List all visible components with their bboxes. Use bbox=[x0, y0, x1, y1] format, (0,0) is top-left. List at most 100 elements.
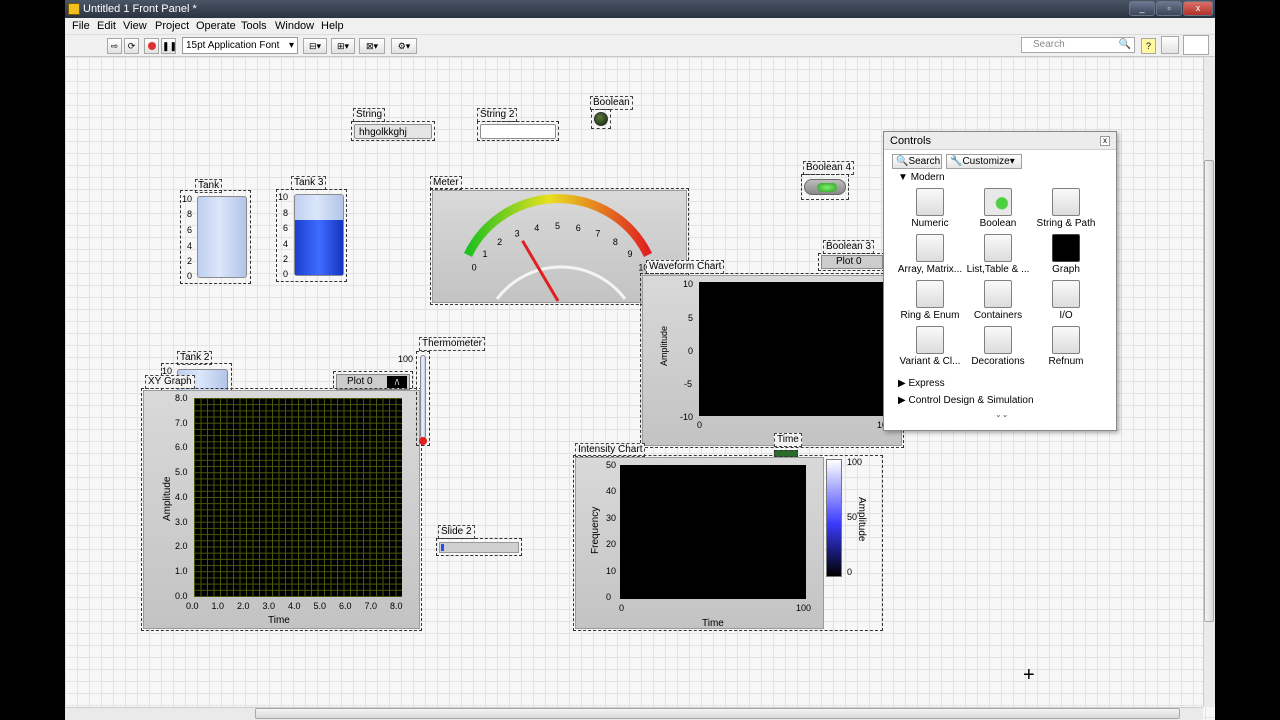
vi-connector-pane-icon[interactable] bbox=[1161, 36, 1179, 54]
palette-item-variant-class[interactable]: Variant & Cl... bbox=[895, 326, 965, 367]
xy-ytick: 4.0 bbox=[175, 491, 188, 502]
intensity-color-ramp[interactable] bbox=[826, 459, 842, 577]
font-selector[interactable]: 15pt Application Font ▾ bbox=[182, 37, 298, 54]
menu-file[interactable]: File bbox=[72, 20, 90, 32]
palette-item-containers[interactable]: Containers bbox=[963, 280, 1033, 321]
run-arrow-icon[interactable]: ⇨ bbox=[107, 38, 122, 54]
menu-window[interactable]: Window bbox=[275, 20, 314, 32]
palette-close-button[interactable]: x bbox=[1100, 136, 1110, 146]
waveform-chart-label: Waveform Chart bbox=[646, 260, 725, 274]
tank3-tick: 10 bbox=[277, 192, 288, 202]
resize-objects-icon[interactable]: ⊠▾ bbox=[359, 38, 385, 54]
intensity-x0: 0 bbox=[619, 603, 625, 613]
palette-title-text: Controls bbox=[890, 135, 931, 147]
palette-item-array-matrix[interactable]: Array, Matrix... bbox=[895, 234, 965, 275]
xy-plot-area bbox=[194, 398, 402, 597]
menu-project[interactable]: Project bbox=[155, 20, 189, 32]
tank3-tick: 2 bbox=[282, 254, 288, 264]
palette-item-string-path[interactable]: String & Path bbox=[1031, 188, 1101, 229]
xy-graph[interactable]: 0.0 1.0 2.0 3.0 4.0 5.0 6.0 7.0 8.0 8.0 7.0 6.0 5.0 4… bbox=[143, 390, 420, 629]
section-control-design[interactable]: ▶ Control Design & Simulation bbox=[898, 395, 1034, 406]
menu-tools[interactable]: Tools bbox=[241, 20, 267, 32]
crosshair-cursor-icon: + bbox=[1023, 664, 1035, 686]
help-icon[interactable]: ? bbox=[1141, 38, 1156, 54]
palette-item-label: Ring & Enum bbox=[900, 310, 960, 321]
pause-icon[interactable]: ❚❚ bbox=[161, 38, 177, 54]
boolean-led[interactable] bbox=[594, 112, 608, 126]
intensity-chart[interactable]: 50 40 30 20 10 0 0 100 Time Frequency bbox=[575, 457, 824, 629]
tank-indicator[interactable] bbox=[197, 196, 247, 278]
menu-operate[interactable]: Operate bbox=[196, 20, 236, 32]
intensity-xlabel: Time bbox=[702, 618, 724, 629]
palette-item-label: Graph bbox=[1052, 264, 1080, 275]
waveform-x0: 0 bbox=[697, 420, 703, 430]
boolean-icon bbox=[984, 188, 1012, 216]
variant-class-icon bbox=[916, 326, 944, 354]
palette-item-list-table[interactable]: List,Table & ... bbox=[963, 234, 1033, 275]
thermometer-bulb bbox=[419, 437, 427, 445]
waveform-plot-name: Plot 0 bbox=[836, 256, 862, 267]
palette-item-label: String & Path bbox=[1036, 218, 1096, 229]
palette-more-icon[interactable]: ⌄⌄ bbox=[995, 410, 1008, 419]
waveform-chart[interactable]: 10 5 0 -5 -10 0 10 Amplitude bbox=[642, 275, 902, 446]
thermometer-indicator[interactable] bbox=[420, 355, 426, 439]
boolean4-button[interactable] bbox=[804, 179, 846, 195]
slide2-thumb[interactable] bbox=[441, 544, 444, 551]
abort-icon[interactable] bbox=[144, 38, 159, 54]
waveform-plot-area bbox=[699, 282, 899, 416]
thermometer-top-tick: 100 bbox=[398, 354, 414, 364]
vi-icon[interactable] bbox=[1183, 35, 1209, 55]
align-objects-icon[interactable]: ⊟▾ bbox=[303, 38, 327, 54]
palette-item-label: Decorations bbox=[971, 356, 1025, 367]
meter-tick: 2 bbox=[497, 237, 502, 247]
vertical-scroll-thumb[interactable] bbox=[1204, 160, 1214, 622]
horizontal-scroll-thumb[interactable] bbox=[255, 708, 1180, 719]
intensity-ytick: 30 bbox=[606, 512, 617, 523]
maximize-button[interactable]: ▫ bbox=[1156, 1, 1182, 16]
expand-right-icon: ▶ bbox=[898, 378, 909, 389]
close-button[interactable]: x bbox=[1183, 1, 1213, 16]
tank3-fill bbox=[295, 219, 343, 275]
string-control[interactable]: hhgolkkghj bbox=[354, 124, 432, 139]
palette-item-io[interactable]: I/O bbox=[1031, 280, 1101, 321]
palette-item-decorations[interactable]: Decorations bbox=[963, 326, 1033, 367]
palette-item-ring-enum[interactable]: Ring & Enum bbox=[895, 280, 965, 321]
section-modern[interactable]: ▼ Modern bbox=[898, 172, 945, 183]
menu-view[interactable]: View bbox=[123, 20, 147, 32]
palette-customize-button[interactable]: 🔧Customize▾ bbox=[946, 154, 1022, 169]
section-express[interactable]: ▶ Express bbox=[898, 378, 945, 389]
palette-item-boolean[interactable]: Boolean bbox=[963, 188, 1033, 229]
plot-style-icon: /\ bbox=[387, 376, 407, 388]
slide2-track[interactable] bbox=[439, 542, 519, 553]
waveform-ytick: 0 bbox=[688, 346, 694, 356]
waveform-xlabel: Time bbox=[774, 433, 802, 447]
palette-title: Controls bbox=[884, 132, 1116, 150]
tank3-indicator[interactable] bbox=[294, 194, 344, 276]
palette-item-numeric[interactable]: Numeric bbox=[895, 188, 965, 229]
controls-palette[interactable]: Controls x 🔍Search 🔧Customize▾ ▼ Modern … bbox=[883, 131, 1117, 431]
boolean4-label: Boolean 4 bbox=[803, 161, 855, 175]
tank3-tick: 0 bbox=[282, 269, 288, 279]
intensity-legend-swatch[interactable] bbox=[774, 450, 798, 457]
thermometer-label: Thermometer bbox=[419, 337, 486, 351]
menu-edit[interactable]: Edit bbox=[97, 20, 116, 32]
reorder-icon[interactable]: ⚙▾ bbox=[391, 38, 417, 54]
palette-item-label: Refnum bbox=[1048, 356, 1084, 367]
xy-ytick: 7.0 bbox=[175, 417, 188, 428]
search-input[interactable]: Search 🔍 bbox=[1021, 37, 1135, 53]
labview-icon bbox=[68, 3, 80, 15]
menu-help[interactable]: Help bbox=[321, 20, 344, 32]
search-placeholder: Search bbox=[1033, 39, 1065, 50]
palette-search-button[interactable]: 🔍Search bbox=[892, 154, 942, 169]
palette-item-graph[interactable]: Graph bbox=[1031, 234, 1101, 275]
string2-control[interactable] bbox=[480, 124, 556, 139]
tank3-tick: 8 bbox=[282, 208, 288, 218]
xy-xtick: 0.0 bbox=[186, 601, 199, 611]
run-continuous-icon[interactable]: ⟳ bbox=[124, 38, 139, 54]
meter-tick: 3 bbox=[515, 229, 520, 239]
xy-plot-name: Plot 0 bbox=[347, 376, 373, 387]
palette-item-refnum[interactable]: Refnum bbox=[1031, 326, 1101, 367]
distribute-objects-icon[interactable]: ⊞▾ bbox=[331, 38, 355, 54]
waveform-plot-legend[interactable]: Plot 0 bbox=[821, 255, 883, 269]
minimize-button[interactable]: _ bbox=[1129, 1, 1155, 16]
